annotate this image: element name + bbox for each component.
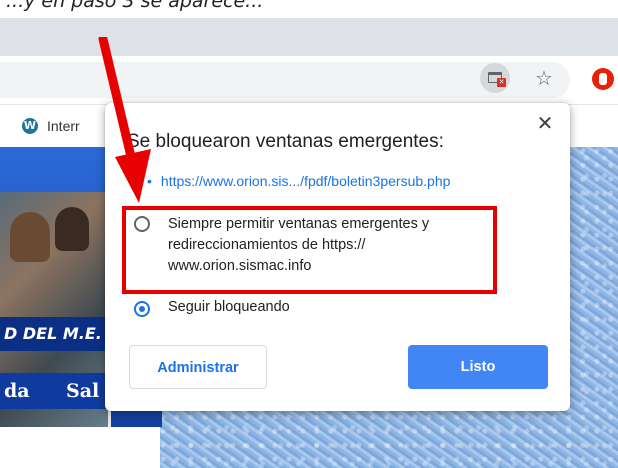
tab-strip [0, 18, 618, 56]
keep-blocking-radio[interactable] [134, 301, 150, 317]
annotation-highlight-box [122, 206, 497, 294]
extension-icon[interactable] [592, 68, 614, 90]
photo-figure [55, 207, 89, 251]
manage-button[interactable]: Administrar [129, 345, 267, 389]
bookmark-item[interactable]: W Interr [22, 116, 80, 136]
photo-figure [10, 212, 50, 262]
tutorial-caption: ...y en paso 3 se aparece... [6, 0, 264, 12]
banner-nav-link[interactable]: Sal [66, 373, 99, 409]
close-icon[interactable]: ✕ [535, 113, 555, 133]
blocked-popup-link[interactable]: https://www.orion.sis.../fpdf/boletin3pe… [161, 173, 451, 189]
blocked-link-row: • https://www.orion.sis.../fpdf/boletin3… [147, 173, 450, 189]
page-blank-area [0, 427, 160, 468]
banner-nav-link[interactable]: da [4, 373, 30, 409]
keep-blocking-label[interactable]: Seguir bloqueando [168, 299, 290, 315]
annotation-arrow-icon [98, 37, 151, 203]
popup-blocked-icon[interactable]: ✕ [480, 63, 510, 93]
wordpress-icon: W [22, 118, 38, 134]
blocked-x-icon: ✕ [497, 78, 506, 87]
bubble-title: Se bloquearon ventanas emergentes: [127, 131, 444, 152]
browser-toolbar: ✕ ☆ [0, 56, 618, 105]
star-icon[interactable]: ☆ [532, 63, 556, 93]
done-button[interactable]: Listo [408, 345, 548, 389]
bookmark-label: Interr [47, 118, 80, 134]
